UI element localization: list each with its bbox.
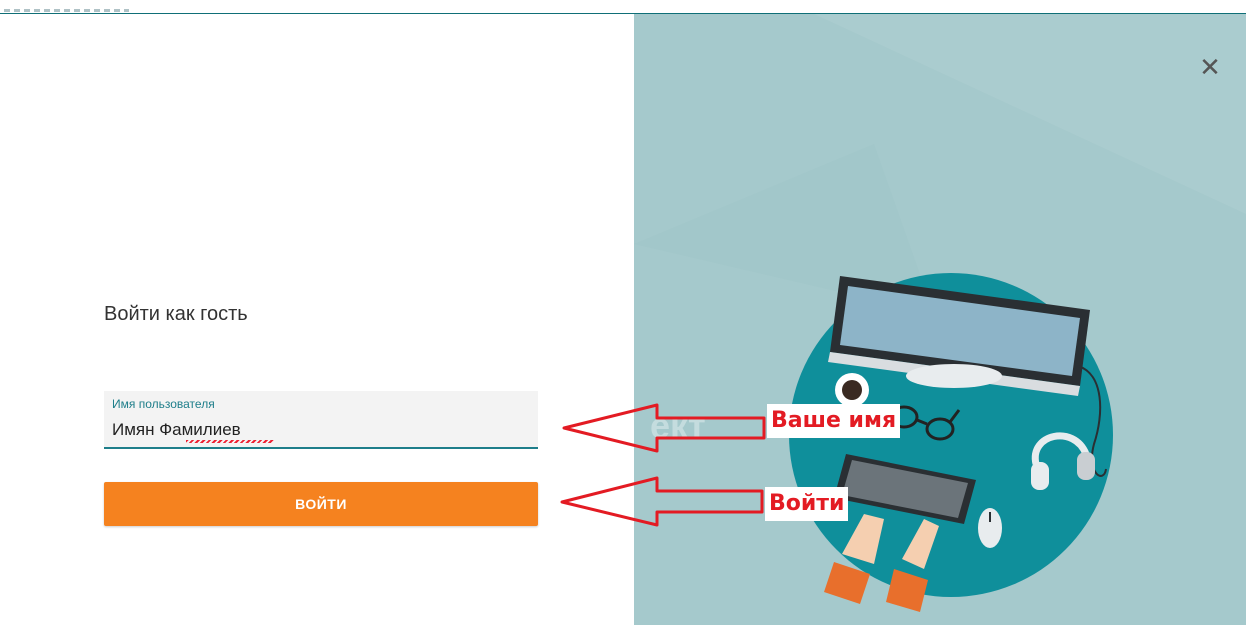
login-panel (0, 14, 634, 625)
coffee-cup-icon (835, 373, 869, 407)
spellcheck-underline (186, 440, 274, 443)
annotation-your-name: Ваше имя (767, 404, 901, 438)
close-icon[interactable]: ✕ (1195, 52, 1225, 82)
mouse-icon (978, 508, 1002, 548)
login-title: Войти как гость (104, 303, 248, 325)
username-field[interactable]: Имя пользователя (104, 391, 538, 449)
watermark-text: ект (650, 405, 706, 446)
annotation-login: Войти (765, 487, 849, 521)
workspace-illustration (634, 14, 1246, 612)
username-label: Имя пользователя (112, 397, 215, 411)
top-edge-decoration (4, 9, 129, 12)
login-button[interactable]: ВОЙТИ (104, 482, 538, 526)
username-input[interactable] (104, 417, 532, 443)
